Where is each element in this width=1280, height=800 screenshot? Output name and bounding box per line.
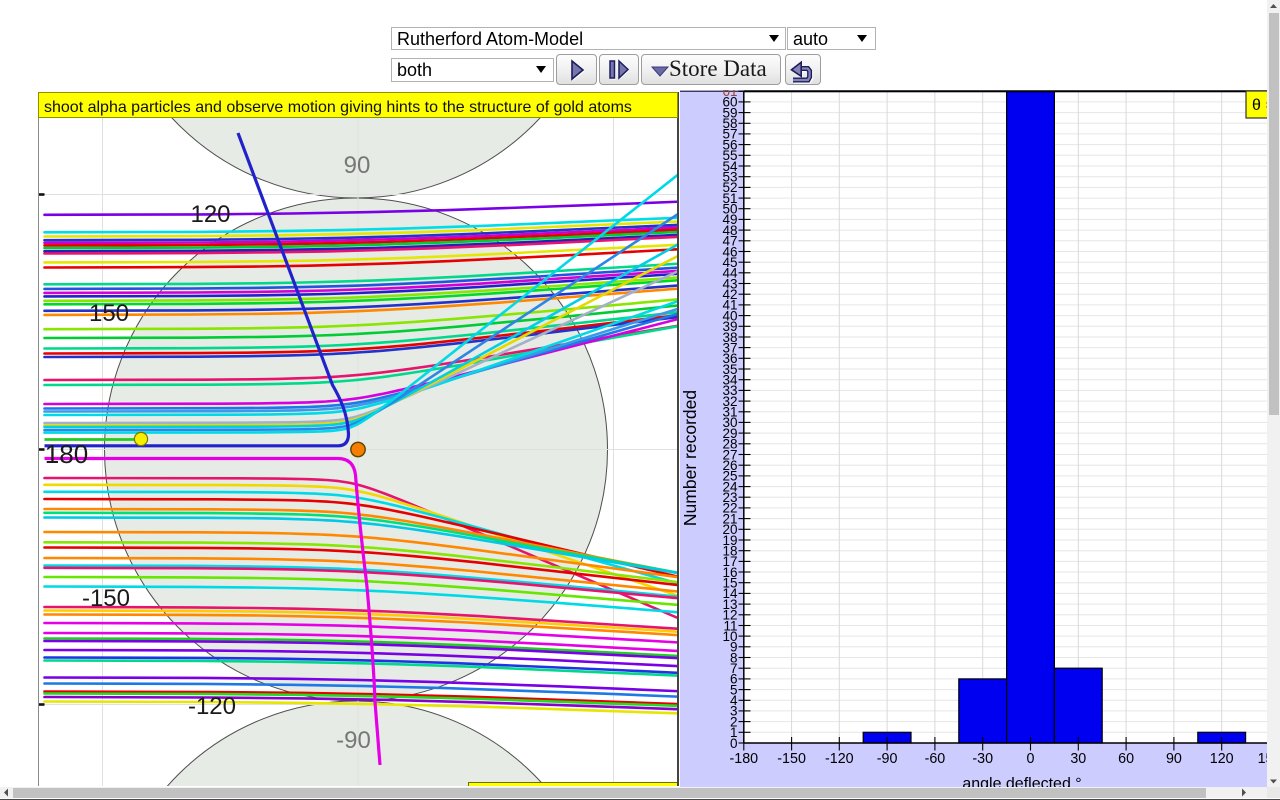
svg-text:-120: -120 <box>188 693 236 720</box>
svg-text:61: 61 <box>722 90 737 99</box>
svg-text:-150: -150 <box>82 585 130 612</box>
svg-text:30: 30 <box>1070 751 1086 767</box>
svg-text:-180: -180 <box>729 751 758 767</box>
svg-text:-120: -120 <box>825 751 854 767</box>
svg-text:0: 0 <box>1027 751 1035 767</box>
svg-text:-90: -90 <box>877 751 898 767</box>
svg-text:90: 90 <box>344 152 371 179</box>
svg-text:-150: -150 <box>777 751 806 767</box>
svg-text:90: 90 <box>1166 751 1182 767</box>
svg-text:120: 120 <box>190 201 230 228</box>
svg-text:120: 120 <box>1210 751 1234 767</box>
svg-text:angle deflected °: angle deflected ° <box>962 776 1081 788</box>
svg-text:-60: -60 <box>925 751 946 767</box>
svg-text:-90: -90 <box>336 727 371 754</box>
svg-text:150: 150 <box>89 300 129 327</box>
svg-text:Number recorded: Number recorded <box>680 390 700 526</box>
svg-text:-30: -30 <box>972 751 993 767</box>
svg-text:60: 60 <box>1118 751 1134 767</box>
svg-text:180: 180 <box>45 439 88 469</box>
